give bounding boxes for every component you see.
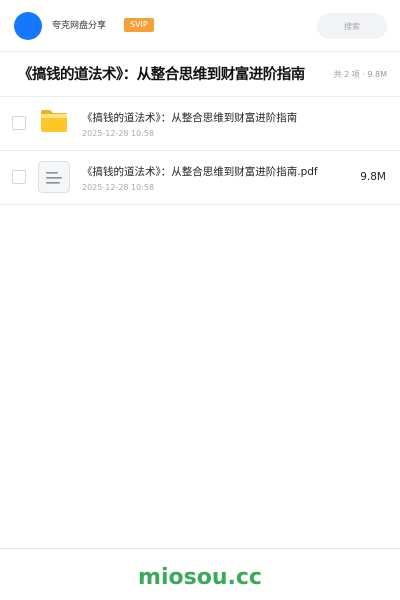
row-checkbox[interactable]: [12, 116, 26, 130]
footer: miosou.cc: [0, 548, 400, 600]
file-date: 2025-12-28 10:58: [82, 129, 155, 138]
site-watermark: miosou.cc: [138, 565, 262, 590]
user-name[interactable]: 夸克网盘分享: [52, 18, 106, 34]
file-row-folder[interactable]: 《搞钱的道法术》：从整合思维到财富进阶指南 2025-12-28 10:58: [0, 97, 400, 151]
file-row-pdf[interactable]: 《搞钱的道法术》：从整合思维到财富进阶指南.pdf 2025-12-28 10:…: [0, 151, 400, 205]
folder-title-bar: 《搞钱的道法术》：从整合思维到财富进阶指南 共 2 项 · 9.8M: [0, 52, 400, 97]
file-name[interactable]: 《搞钱的道法术》：从整合思维到财富进阶指南.pdf: [82, 165, 318, 179]
avatar[interactable]: [14, 12, 42, 40]
row-checkbox[interactable]: [12, 170, 26, 184]
file-date: 2025-12-28 10:58: [82, 183, 155, 192]
top-bar: 夸克网盘分享 SVIP: [0, 0, 400, 52]
document-icon: [38, 161, 70, 193]
search-input[interactable]: [317, 13, 387, 39]
page-title: 《搞钱的道法术》：从整合思维到财富进阶指南: [18, 67, 305, 83]
file-size: 9.8M: [360, 171, 386, 183]
svip-badge: SVIP: [124, 18, 154, 32]
folder-icon: [41, 110, 67, 132]
file-name[interactable]: 《搞钱的道法术》：从整合思维到财富进阶指南: [82, 111, 297, 125]
folder-meta: 共 2 项 · 9.8M: [333, 70, 387, 79]
